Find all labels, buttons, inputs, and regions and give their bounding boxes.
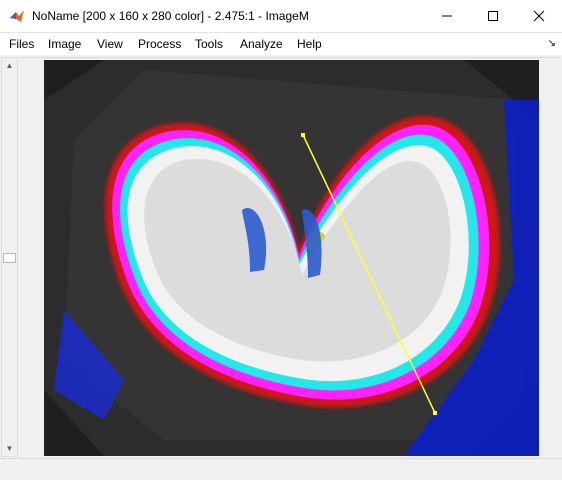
- status-bar: [0, 458, 562, 480]
- menu-tools[interactable]: Tools: [195, 37, 223, 51]
- menu-image[interactable]: Image: [48, 37, 81, 51]
- slider-thumb[interactable]: [3, 253, 16, 263]
- menu-files[interactable]: Files: [9, 37, 34, 51]
- maximize-button[interactable]: [470, 0, 516, 31]
- title-bar: NoName [200 x 160 x 280 color] - 2.475:1…: [0, 0, 562, 33]
- line-end-handle: [433, 411, 437, 415]
- close-icon: [533, 10, 545, 21]
- menu-view[interactable]: View: [97, 37, 123, 51]
- maximize-icon: [488, 10, 498, 21]
- minimize-button[interactable]: [424, 0, 470, 31]
- scroll-up-icon[interactable]: ▲: [2, 58, 17, 73]
- slice-slider[interactable]: ▲ ▼: [1, 57, 18, 457]
- close-button[interactable]: [516, 0, 562, 31]
- menu-process[interactable]: Process: [138, 37, 181, 51]
- scroll-down-icon[interactable]: ▼: [2, 441, 17, 456]
- dock-arrow-icon[interactable]: ↘: [548, 38, 556, 49]
- menu-bar: Files Image View Process Tools Analyze H…: [0, 33, 562, 55]
- image-display[interactable]: [44, 60, 539, 456]
- line-start-handle: [301, 133, 305, 137]
- menu-analyze[interactable]: Analyze: [240, 37, 283, 51]
- menu-help[interactable]: Help: [297, 37, 322, 51]
- minimize-icon: [442, 15, 452, 16]
- matlab-icon: [10, 10, 24, 22]
- window-title: NoName [200 x 160 x 280 color] - 2.475:1…: [32, 9, 309, 23]
